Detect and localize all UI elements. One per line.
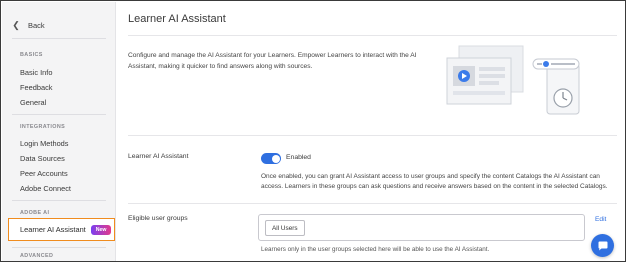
section-heading-integrations: INTEGRATIONS bbox=[20, 124, 66, 130]
sidebar-item-label: Learner AI Assistant bbox=[20, 225, 86, 234]
chevron-left-icon: ❮ bbox=[12, 19, 20, 30]
toggle-state-label: Enabled bbox=[286, 154, 311, 161]
section-divider bbox=[128, 135, 617, 136]
user-group-chip[interactable]: All Users bbox=[265, 220, 305, 236]
main-panel: Learner AI Assistant Configure and manag… bbox=[116, 2, 625, 261]
page-title: Learner AI Assistant bbox=[128, 13, 226, 25]
user-groups-field[interactable]: All Users bbox=[258, 214, 585, 241]
sidebar-divider bbox=[12, 247, 106, 248]
groups-row-label: Eligible user groups bbox=[128, 215, 188, 222]
ai-assistant-illustration bbox=[446, 45, 580, 115]
sidebar-item-basic-info[interactable]: Basic Info bbox=[20, 68, 52, 77]
sidebar-divider bbox=[12, 200, 106, 201]
chat-bubble-icon bbox=[598, 241, 607, 250]
app-frame: ❮ Back BASICS Basic Info Feedback Genera… bbox=[0, 0, 626, 262]
sidebar-item-adobe-connect[interactable]: Adobe Connect bbox=[20, 184, 71, 193]
page-description: Configure and manage the AI Assistant fo… bbox=[128, 52, 417, 70]
sidebar-item-login-methods[interactable]: Login Methods bbox=[20, 139, 68, 148]
sidebar-item-data-sources[interactable]: Data Sources bbox=[20, 154, 65, 163]
section-heading-basics: BASICS bbox=[20, 52, 43, 58]
section-heading-adobe-ai: ADOBE AI bbox=[20, 210, 50, 216]
sidebar-divider bbox=[12, 114, 106, 115]
sidebar-item-general[interactable]: General bbox=[20, 98, 46, 107]
back-label: Back bbox=[28, 20, 45, 30]
edit-groups-link[interactable]: Edit bbox=[595, 216, 606, 223]
sidebar-item-peer-accounts[interactable]: Peer Accounts bbox=[20, 169, 68, 178]
sidebar-item-learner-ai-assistant[interactable]: Learner AI Assistant New bbox=[8, 218, 115, 241]
assistant-toggle[interactable] bbox=[261, 153, 281, 164]
assistant-help-text: Once enabled, you can grant AI Assistant… bbox=[261, 173, 608, 191]
sidebar-divider bbox=[12, 38, 106, 39]
groups-help-text: Learners only in the user groups selecte… bbox=[261, 246, 490, 253]
back-button[interactable]: ❮ Back bbox=[12, 16, 108, 34]
sidebar-item-feedback[interactable]: Feedback bbox=[20, 83, 52, 92]
section-heading-advanced: ADVANCED bbox=[20, 253, 54, 259]
new-badge: New bbox=[90, 224, 112, 235]
chat-button[interactable] bbox=[591, 234, 614, 257]
section-divider bbox=[128, 203, 617, 204]
title-divider bbox=[128, 35, 617, 36]
assistant-row-label: Learner AI Assistant bbox=[128, 153, 189, 160]
